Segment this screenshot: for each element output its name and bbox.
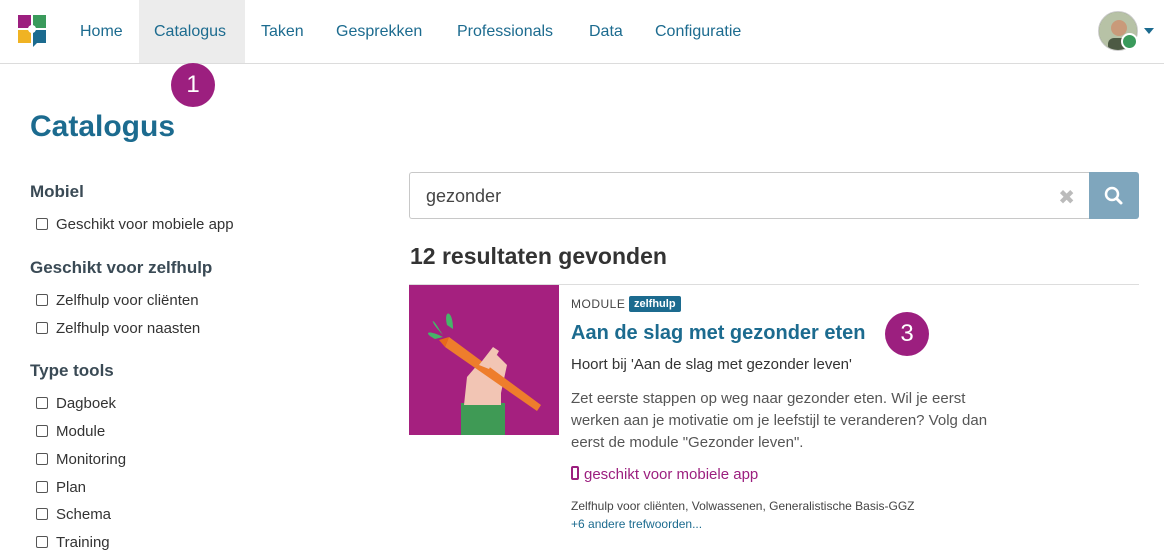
result-belongs-to: Hoort bij 'Aan de slag met gezonder leve… xyxy=(571,356,852,373)
checkbox[interactable] xyxy=(36,294,48,306)
result-description: Zet eerste stappen op weg naar gezonder … xyxy=(571,390,988,451)
checkbox[interactable] xyxy=(36,481,48,493)
clear-icon[interactable]: ✖ xyxy=(1058,185,1075,210)
checkbox[interactable] xyxy=(36,397,48,409)
app-logo-icon[interactable] xyxy=(18,15,47,47)
annotation-marker-3: 3 xyxy=(885,312,929,356)
zelfhulp-badge: zelfhulp xyxy=(629,296,681,312)
nav-data[interactable]: Data xyxy=(574,0,638,63)
checkbox[interactable] xyxy=(36,508,48,520)
nav-home[interactable]: Home xyxy=(65,0,138,63)
filter-option[interactable]: Schema xyxy=(36,505,111,525)
checkbox[interactable] xyxy=(36,536,48,548)
top-navbar: Home Catalogus Taken Gesprekken Professi… xyxy=(0,0,1164,64)
result-tags: Zelfhulp voor cliënten, Volwassenen, Gen… xyxy=(571,499,915,513)
page-title: Catalogus xyxy=(30,110,176,143)
result-type: MODULE xyxy=(571,297,626,311)
search-button[interactable] xyxy=(1089,172,1139,219)
filter-option[interactable]: Zelfhulp voor cliënten xyxy=(36,291,199,311)
nav-gesprekken[interactable]: Gesprekken xyxy=(321,0,437,63)
checkbox[interactable] xyxy=(36,453,48,465)
more-tags-link[interactable]: +6 andere trefwoorden... xyxy=(571,517,702,531)
filter-option[interactable]: Zelfhulp voor naasten xyxy=(36,319,200,339)
annotation-marker-1: 1 xyxy=(171,63,215,107)
filter-option[interactable]: Module xyxy=(36,422,105,442)
filter-heading-mobiel: Mobiel xyxy=(30,182,84,201)
nav-configuratie[interactable]: Configuratie xyxy=(640,0,756,63)
nav-professionals[interactable]: Professionals xyxy=(442,0,568,63)
eye-icon xyxy=(1121,33,1138,50)
filter-option[interactable]: Geschikt voor mobiele app xyxy=(36,215,234,235)
carrot-hand-icon xyxy=(409,285,559,435)
checkbox[interactable] xyxy=(36,218,48,230)
chevron-down-icon[interactable] xyxy=(1144,28,1154,34)
search-value: gezonder xyxy=(426,186,502,206)
nav-taken[interactable]: Taken xyxy=(246,0,319,63)
result-thumbnail[interactable] xyxy=(409,285,559,435)
phone-icon xyxy=(571,466,579,480)
mobile-app-label[interactable]: geschikt voor mobiele app xyxy=(571,466,758,483)
nav-catalogus[interactable]: Catalogus xyxy=(139,0,245,63)
filter-option[interactable]: Monitoring xyxy=(36,450,126,470)
result-title-link[interactable]: Aan de slag met gezonder eten xyxy=(571,322,866,345)
filter-option[interactable]: Plan xyxy=(36,478,86,498)
results-count: 12 resultaten gevonden xyxy=(410,243,667,269)
checkbox[interactable] xyxy=(36,425,48,437)
filter-heading-zelfhulp: Geschikt voor zelfhulp xyxy=(30,258,213,277)
filter-heading-type-tools: Type tools xyxy=(30,361,114,380)
search-icon xyxy=(1104,186,1123,205)
filter-option[interactable]: Training xyxy=(36,533,110,553)
checkbox[interactable] xyxy=(36,322,48,334)
filter-option[interactable]: Dagboek xyxy=(36,394,116,414)
search-input[interactable]: gezonder ✖ xyxy=(409,172,1089,219)
